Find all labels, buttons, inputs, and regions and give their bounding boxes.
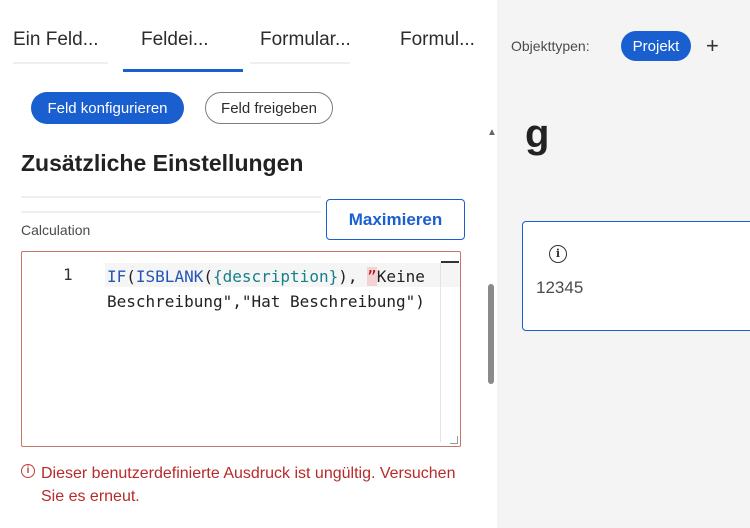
add-object-type-icon[interactable]: + — [706, 34, 719, 58]
code-token: IF — [107, 267, 127, 286]
tab-placeholder-line — [13, 62, 108, 64]
preview-heading: g — [525, 112, 550, 156]
code-token: {description} — [212, 267, 339, 286]
field-config-panel: Ein Feld... Feldei... Formular... Formul… — [0, 0, 486, 528]
tab-feldeigenschaften[interactable]: Feldei... — [141, 29, 209, 51]
share-field-button[interactable]: Feld freigeben — [205, 92, 333, 124]
configure-field-button[interactable]: Feld konfigurieren — [31, 92, 184, 124]
scroll-up-arrow-icon[interactable]: ▲ — [487, 128, 497, 138]
field-value: 12345 — [536, 278, 584, 297]
placeholder-line — [21, 196, 321, 198]
editor-cursor — [441, 261, 459, 263]
code-token: ( — [203, 267, 213, 286]
info-circle-icon: i — [21, 464, 35, 478]
code-token: ISBLANK — [135, 267, 204, 286]
editor-ruler — [440, 262, 441, 442]
tab-ein-feld[interactable]: Ein Feld... — [13, 29, 99, 51]
section-title: Zusätzliche Einstellungen — [21, 150, 304, 176]
tab-placeholder-line — [250, 62, 350, 64]
scrollbar-thumb[interactable] — [488, 284, 494, 384]
preview-panel: Objekttypen: Projekt + g i 12345 — [497, 0, 750, 528]
calculation-label: Calculation — [21, 222, 91, 238]
tab-formul[interactable]: Formul... — [400, 29, 475, 51]
object-type-pill[interactable]: Projekt — [621, 31, 691, 61]
active-tab-indicator — [123, 69, 243, 72]
line-number: 1 — [63, 265, 73, 284]
error-message: Dieser benutzerdefinierte Ausdruck ist u… — [41, 465, 456, 505]
object-types-label: Objekttypen: — [511, 38, 590, 54]
code-token: ), — [338, 267, 368, 286]
tab-formular[interactable]: Formular... — [260, 29, 351, 51]
code-error-token: ” — [367, 267, 377, 286]
code-text[interactable]: IF(ISBLANK({description}), ”Keine Beschr… — [107, 264, 437, 314]
calculation-code-editor[interactable]: 1 IF(ISBLANK({description}), ”Keine Besc… — [21, 251, 461, 447]
placeholder-line — [21, 211, 321, 213]
tab-bar: Ein Feld... Feldei... Formular... Formul… — [0, 0, 486, 72]
info-icon[interactable]: i — [549, 245, 567, 263]
preview-field-card[interactable]: i 12345 — [522, 221, 750, 331]
resize-handle[interactable] — [450, 436, 458, 444]
code-token: ( — [126, 267, 136, 286]
maximize-button[interactable]: Maximieren — [326, 199, 465, 240]
